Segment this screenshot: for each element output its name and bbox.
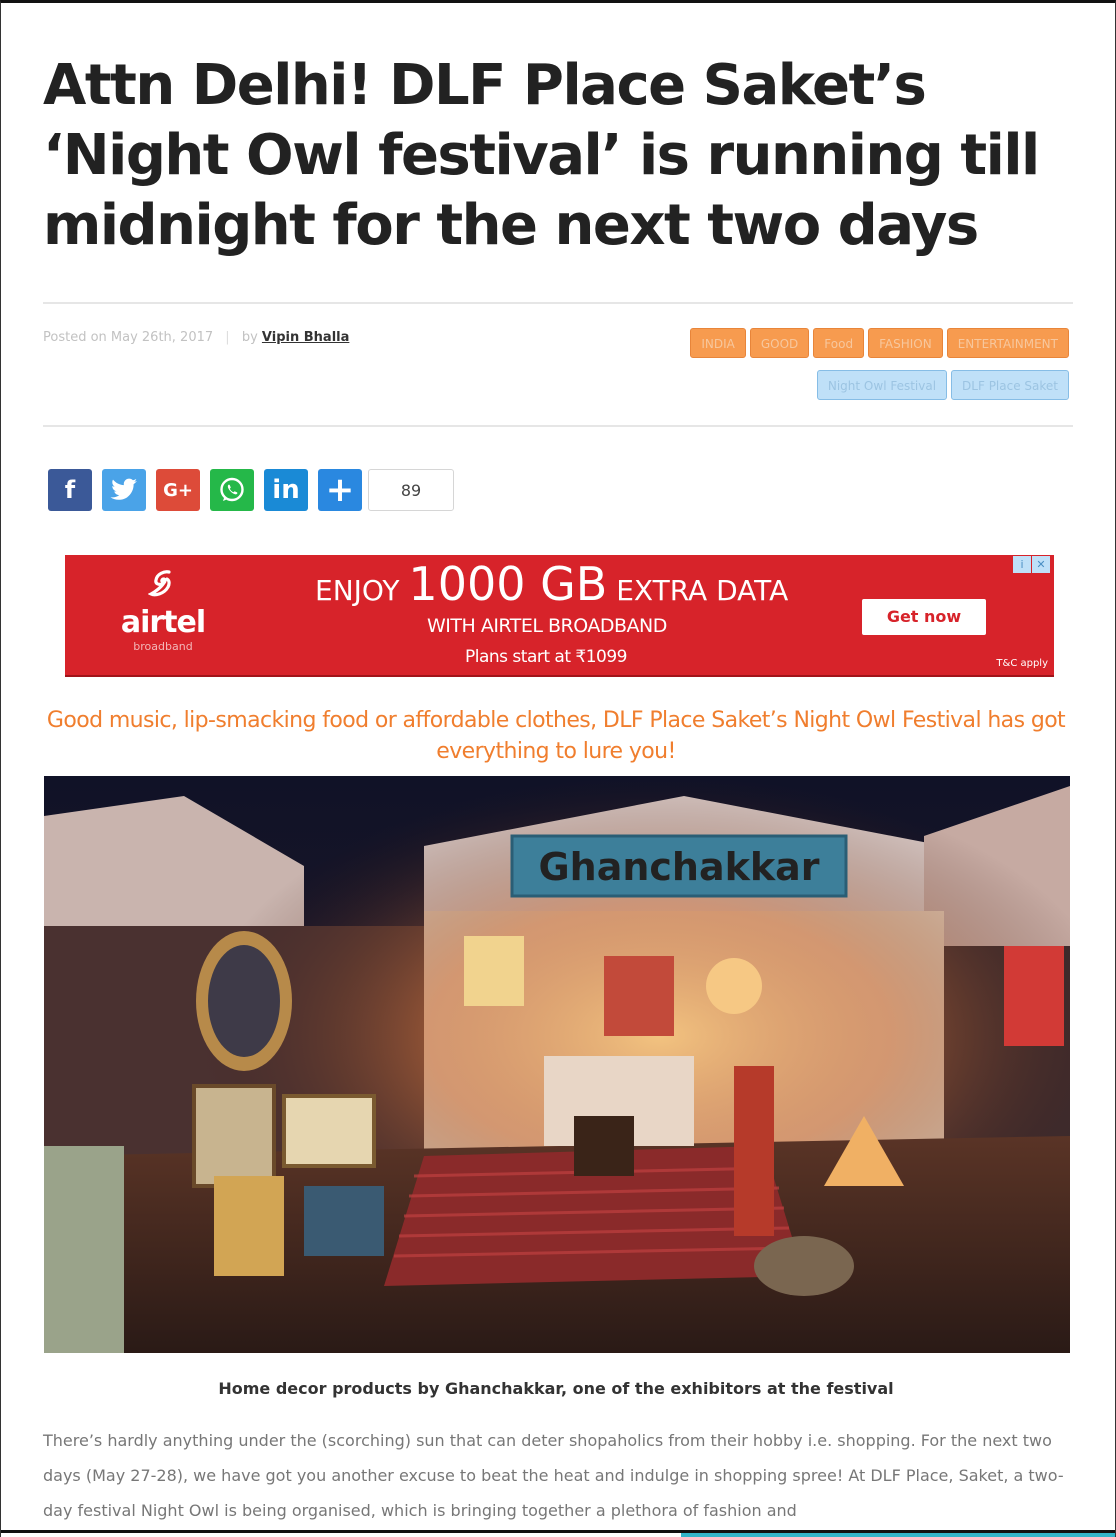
divider <box>43 302 1073 304</box>
article-lede: Good music, lip-smacking food or afforda… <box>46 708 1066 764</box>
article-photo: Ghanchakkar <box>44 776 1070 1353</box>
share-count: 89 <box>368 469 454 511</box>
whatsapp-icon <box>220 477 244 502</box>
share-bar: f G+ in + 89 <box>48 469 454 511</box>
ad-subline: WITH AIRTEL BROADBAND <box>427 615 667 637</box>
tag-fashion[interactable]: FASHION <box>868 328 943 358</box>
more-share-button[interactable]: + <box>318 469 362 511</box>
tag-entertainment[interactable]: ENTERTAINMENT <box>946 328 1069 358</box>
ad-choices: i ✕ <box>1013 556 1050 573</box>
airtel-logo-icon <box>147 570 171 597</box>
linkedin-share-button[interactable]: in <box>264 469 308 511</box>
tag-food[interactable]: Food <box>813 328 865 358</box>
ad-headline: ENJOY 1000 GB EXTRA DATA <box>315 557 788 611</box>
tag-list: INDIA GOOD Food FASHION ENTERTAINMENT Ni… <box>591 328 1069 400</box>
tag-dlf-place-saket[interactable]: DLF Place Saket <box>951 370 1069 400</box>
facebook-share-button[interactable]: f <box>48 469 92 511</box>
ad-terms: T&C apply <box>996 658 1048 669</box>
plus-icon: + <box>325 470 355 510</box>
ad-close-icon[interactable]: ✕ <box>1032 556 1050 573</box>
bottom-accent-bar <box>681 1533 1115 1537</box>
article-body: There’s hardly anything under the (scorc… <box>43 1431 1064 1520</box>
google-plus-share-button[interactable]: G+ <box>156 469 200 511</box>
twitter-icon <box>110 478 137 500</box>
stall-sign-text: Ghanchakkar <box>538 845 819 889</box>
byline-prefix: by <box>241 330 258 345</box>
photo-caption: Home decor products by Ghanchakkar, one … <box>218 1379 894 1398</box>
divider <box>43 425 1073 427</box>
airtel-logo: airtel broadband <box>103 569 223 653</box>
twitter-share-button[interactable] <box>102 469 146 511</box>
facebook-icon: f <box>64 476 76 504</box>
google-plus-icon: G+ <box>163 479 193 501</box>
whatsapp-share-button[interactable] <box>210 469 254 511</box>
festival-stall-image: Ghanchakkar <box>44 776 1070 1353</box>
ad-price-line: Plans start at ₹1099 <box>465 647 628 667</box>
airtel-ad-banner[interactable]: airtel broadband ENJOY 1000 GB EXTRA DAT… <box>65 555 1054 677</box>
tag-night-owl-festival[interactable]: Night Owl Festival <box>816 370 948 400</box>
ad-brand: airtel <box>120 605 206 640</box>
ad-get-now-button[interactable]: Get now <box>862 599 986 635</box>
article-headline: Attn Delhi! DLF Place Saket’s ‘Night Owl… <box>43 53 1040 258</box>
author-link[interactable]: Vipin Bhalla <box>262 330 349 345</box>
posted-date: Posted on May 26th, 2017 <box>43 330 214 345</box>
ad-headline-post: EXTRA DATA <box>616 574 789 607</box>
linkedin-icon: in <box>272 475 300 505</box>
ad-headline-pre: ENJOY <box>315 574 400 607</box>
tag-india[interactable]: INDIA <box>690 328 746 358</box>
ad-info-icon[interactable]: i <box>1013 556 1031 573</box>
post-meta: Posted on May 26th, 2017 | by Vipin Bhal… <box>43 330 350 345</box>
tag-good[interactable]: GOOD <box>749 328 810 358</box>
ad-headline-big: 1000 GB <box>408 557 608 611</box>
ad-brand-sub: broadband <box>133 640 193 653</box>
